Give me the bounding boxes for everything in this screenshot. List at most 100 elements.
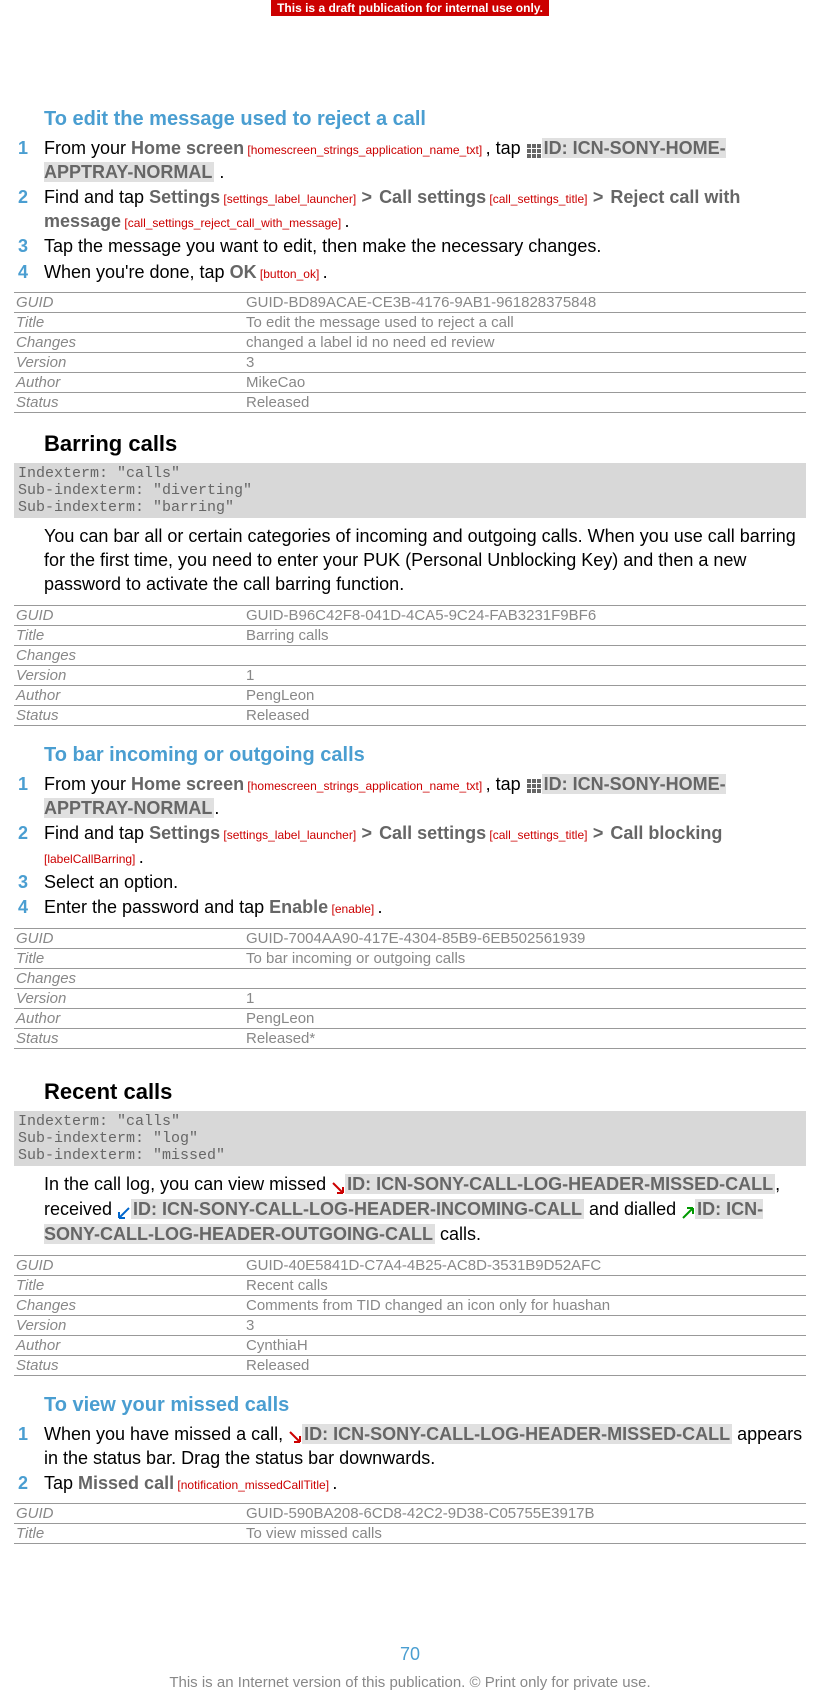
list-item: 2 Find and tap Settings [settings_label_… — [14, 822, 806, 869]
keyword-call-settings: Call settings — [379, 823, 486, 843]
meta-value: 3 — [246, 354, 806, 371]
meta-table: GUIDGUID-7004AA90-417E-4304-85B9-6EB5025… — [14, 928, 806, 1049]
step-number: 2 — [14, 186, 44, 209]
list-item: 4 Enter the password and tap Enable [ena… — [14, 896, 806, 919]
keyword-home-screen: Home screen — [131, 774, 244, 794]
meta-key: Status — [14, 394, 246, 411]
string-id: [call_settings_reject_call_with_message] — [121, 216, 344, 230]
list-item: 3Tap the message you want to edit, then … — [14, 235, 806, 258]
text: When you have missed a call, — [44, 1424, 288, 1444]
missed-call-icon — [288, 1423, 302, 1446]
keyword-call-settings: Call settings — [379, 187, 486, 207]
keyword-enable: Enable — [269, 897, 328, 917]
meta-value: Recent calls — [246, 1277, 806, 1294]
meta-key: GUID — [14, 1257, 246, 1274]
meta-value: GUID-B96C42F8-041D-4CA5-9C24-FAB3231F9BF… — [246, 607, 806, 624]
meta-value: To bar incoming or outgoing calls — [246, 950, 806, 967]
meta-key: Version — [14, 667, 246, 684]
step-number: 1 — [14, 773, 44, 796]
string-id: [call_settings_title] — [486, 828, 591, 842]
keyword-settings: Settings — [149, 823, 220, 843]
outgoing-call-icon — [681, 1198, 695, 1222]
text: and dialled — [584, 1199, 681, 1219]
string-id: [settings_label_launcher] — [220, 192, 359, 206]
meta-value: MikeCao — [246, 374, 806, 391]
meta-value: 1 — [246, 667, 806, 684]
keyword-call-blocking: Call blocking — [610, 823, 722, 843]
text: calls. — [435, 1224, 481, 1244]
meta-value: Released — [246, 707, 806, 724]
text: . — [378, 897, 383, 917]
meta-key: Version — [14, 1317, 246, 1334]
heading-edit-reject-message: To edit the message used to reject a cal… — [44, 108, 806, 131]
text: Find and tap — [44, 187, 149, 207]
text: . — [214, 798, 219, 818]
string-id: [labelCallBarring] — [44, 852, 139, 866]
text: Enter the password and tap — [44, 897, 269, 917]
meta-value: 1 — [246, 990, 806, 1007]
meta-value: Barring calls — [246, 627, 806, 644]
meta-key: Status — [14, 1357, 246, 1374]
keyword-ok: OK — [230, 262, 257, 282]
chevron-icon: > — [360, 823, 375, 843]
meta-key: Status — [14, 707, 246, 724]
meta-key: Author — [14, 687, 246, 704]
meta-key: Title — [14, 950, 246, 967]
meta-key: Version — [14, 354, 246, 371]
meta-table: GUIDGUID-BD89ACAE-CE3B-4176-9AB1-9618283… — [14, 292, 806, 413]
meta-key: Author — [14, 1337, 246, 1354]
meta-table: GUIDGUID-590BA208-6CD8-42C2-9D38-C05755E… — [14, 1503, 806, 1544]
list-item: 1 When you have missed a call, ID: ICN-S… — [14, 1423, 806, 1470]
keyword-home-screen: Home screen — [131, 138, 244, 158]
meta-key: Changes — [14, 1297, 246, 1314]
meta-value: To edit the message used to reject a cal… — [246, 314, 806, 331]
icon-id: ID: ICN-SONY-CALL-LOG-HEADER-MISSED-CALL — [302, 1424, 732, 1444]
meta-value: GUID-40E5841D-C7A4-4B25-AC8D-3531B9D52AF… — [246, 1257, 806, 1274]
text: . — [214, 162, 224, 182]
text: Select an option. — [44, 871, 806, 894]
meta-key: Title — [14, 627, 246, 644]
text: . — [139, 847, 144, 867]
string-id: [homescreen_strings_application_name_txt… — [244, 779, 485, 793]
step-number: 2 — [14, 822, 44, 845]
meta-key: Title — [14, 1277, 246, 1294]
list-item: 2 Find and tap Settings [settings_label_… — [14, 186, 806, 233]
chevron-icon: > — [591, 823, 606, 843]
icon-id: ID: ICN-SONY-CALL-LOG-HEADER-INCOMING-CA… — [131, 1199, 584, 1219]
meta-value — [246, 647, 806, 664]
apptray-icon — [526, 773, 542, 796]
meta-key: Author — [14, 1010, 246, 1027]
meta-key: GUID — [14, 294, 246, 311]
meta-value: changed a label id no need ed review — [246, 334, 806, 351]
text: From your — [44, 774, 131, 794]
string-id: [enable] — [328, 902, 377, 916]
step-number: 1 — [14, 1423, 44, 1446]
list-item: 1 From your Home screen [homescreen_stri… — [14, 773, 806, 820]
meta-key: Version — [14, 990, 246, 1007]
footer-text: This is an Internet version of this publ… — [0, 1674, 820, 1691]
step-number: 4 — [14, 261, 44, 284]
meta-value: 3 — [246, 1317, 806, 1334]
text: . — [323, 262, 328, 282]
indexterm-block: Indexterm: "calls" Sub-indexterm: "log" … — [14, 1111, 806, 1166]
list-item: 4 When you're done, tap OK [button_ok] . — [14, 261, 806, 284]
incoming-call-icon — [117, 1198, 131, 1222]
string-id: [button_ok] — [257, 267, 323, 281]
meta-key: Changes — [14, 970, 246, 987]
step-number: 4 — [14, 896, 44, 919]
meta-key: GUID — [14, 607, 246, 624]
meta-table: GUIDGUID-B96C42F8-041D-4CA5-9C24-FAB3231… — [14, 605, 806, 726]
text: , tap — [486, 138, 526, 158]
meta-value: CynthiaH — [246, 1337, 806, 1354]
chevron-icon: > — [360, 187, 375, 207]
text: In the call log, you can view missed — [44, 1174, 331, 1194]
list-item: 2 Tap Missed call [notification_missedCa… — [14, 1472, 806, 1495]
heading-recent-calls: Recent calls — [44, 1079, 806, 1105]
text: , tap — [486, 774, 526, 794]
meta-key: GUID — [14, 930, 246, 947]
meta-value — [246, 970, 806, 987]
text: From your — [44, 138, 131, 158]
meta-key: Changes — [14, 334, 246, 351]
meta-value: GUID-7004AA90-417E-4304-85B9-6EB50256193… — [246, 930, 806, 947]
step-number: 3 — [14, 871, 44, 894]
